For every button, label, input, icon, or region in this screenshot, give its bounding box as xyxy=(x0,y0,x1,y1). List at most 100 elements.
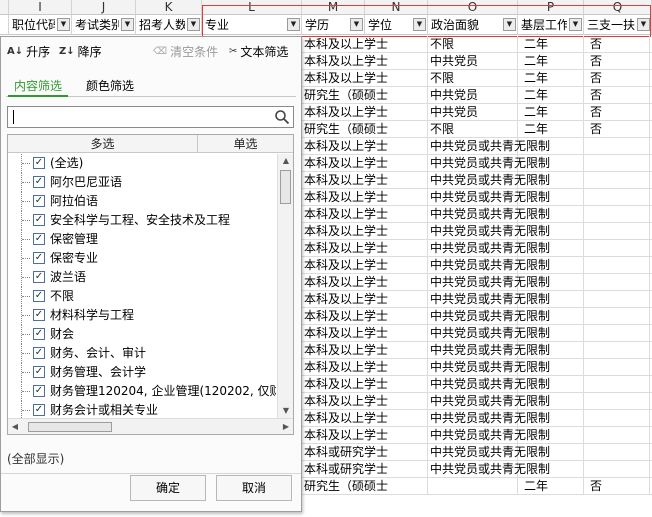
checkbox[interactable]: ✓ xyxy=(33,252,45,264)
header-cell[interactable]: 政治面貌 ▼ xyxy=(428,15,518,35)
filter-dropdown-icon[interactable]: ▼ xyxy=(287,18,300,31)
education-cell[interactable]: 本科及以上学士 xyxy=(302,189,428,206)
scroll-thumb[interactable] xyxy=(28,422,112,432)
search-icon[interactable] xyxy=(274,109,290,125)
grassroots-cell[interactable]: 二年 xyxy=(518,121,584,138)
political-status-cell[interactable]: 中共党员或共青无限制 xyxy=(428,410,550,427)
political-status-cell[interactable]: 不限 xyxy=(428,36,518,53)
education-cell[interactable]: 本科及以上学士 xyxy=(302,36,428,53)
program-cell[interactable] xyxy=(584,427,650,444)
scroll-right-icon[interactable]: ▶ xyxy=(279,419,293,434)
education-cell[interactable]: 本科及以上学士 xyxy=(302,393,428,410)
column-letter[interactable]: N xyxy=(365,0,428,15)
checkbox[interactable]: ✓ xyxy=(33,233,45,245)
program-cell[interactable] xyxy=(584,257,650,274)
education-cell[interactable]: 本科及以上学士 xyxy=(302,359,428,376)
program-cell[interactable] xyxy=(584,308,650,325)
column-letter[interactable]: P xyxy=(518,0,584,15)
program-cell[interactable]: 否 xyxy=(584,478,650,495)
political-status-cell[interactable]: 中共党员或共青无限制 xyxy=(428,189,550,206)
column-letter[interactable]: J xyxy=(72,0,136,15)
header-cell[interactable]: 专业 ▼ xyxy=(202,15,302,35)
program-cell[interactable]: 否 xyxy=(584,121,650,138)
filter-dropdown-icon[interactable]: ▼ xyxy=(637,18,650,31)
scroll-up-icon[interactable]: ▲ xyxy=(278,154,293,168)
horizontal-scrollbar[interactable]: ◀ ▶ xyxy=(8,418,293,434)
header-cell[interactable]: 职位代码▼ xyxy=(9,15,72,35)
checkbox[interactable]: ✓ xyxy=(33,366,45,378)
program-cell[interactable] xyxy=(584,325,650,342)
program-cell[interactable] xyxy=(584,206,650,223)
search-box[interactable] xyxy=(7,106,294,128)
political-status-cell[interactable]: 中共党员或共青无限制 xyxy=(428,325,550,342)
education-cell[interactable]: 本科或研究学士 xyxy=(302,461,428,478)
education-cell[interactable]: 研究生（硕硕士 xyxy=(302,478,428,495)
checkbox[interactable]: ✓ xyxy=(33,309,45,321)
grassroots-cell[interactable]: 二年 xyxy=(518,478,584,495)
sort-descending-button[interactable]: Z↓ 降序 xyxy=(59,42,102,62)
education-cell[interactable]: 本科及以上学士 xyxy=(302,410,428,427)
header-cell[interactable]: 学位 ▼ xyxy=(365,15,428,35)
header-cell[interactable]: 三支一扶 ▼ xyxy=(584,15,652,35)
education-cell[interactable]: 本科及以上学士 xyxy=(302,172,428,189)
political-status-cell[interactable]: 中共党员或共青无限制 xyxy=(428,172,550,189)
tab-content-filter[interactable]: 内容筛选 xyxy=(8,77,69,97)
program-cell[interactable] xyxy=(584,376,650,393)
grassroots-cell[interactable] xyxy=(518,325,584,342)
political-status-cell[interactable]: 中共党员 xyxy=(428,53,518,70)
filter-dropdown-icon[interactable]: ▼ xyxy=(187,18,200,31)
political-status-cell[interactable]: 中共党员或共青无限制 xyxy=(428,444,550,461)
checkbox[interactable]: ✓ xyxy=(33,347,45,359)
grassroots-cell[interactable] xyxy=(518,342,584,359)
political-status-cell[interactable]: 中共党员或共青无限制 xyxy=(428,376,550,393)
political-status-cell[interactable] xyxy=(428,478,518,495)
political-status-cell[interactable]: 中共党员或共青无限制 xyxy=(428,274,550,291)
checkbox[interactable]: ✓ xyxy=(33,214,45,226)
program-cell[interactable] xyxy=(584,240,650,257)
grassroots-cell[interactable] xyxy=(518,359,584,376)
political-status-cell[interactable]: 中共党员或共青无限制 xyxy=(428,342,550,359)
political-status-cell[interactable]: 不限 xyxy=(428,70,518,87)
political-status-cell[interactable]: 不限 xyxy=(428,121,518,138)
filter-dropdown-icon[interactable]: ▼ xyxy=(569,18,582,31)
filter-item[interactable]: ✓ 波兰语 xyxy=(8,268,276,287)
education-cell[interactable]: 本科及以上学士 xyxy=(302,223,428,240)
education-cell[interactable]: 本科或研究学士 xyxy=(302,444,428,461)
political-status-cell[interactable]: 中共党员 xyxy=(428,87,518,104)
political-status-cell[interactable]: 中共党员或共青无限制 xyxy=(428,393,550,410)
program-cell[interactable] xyxy=(584,223,650,240)
filter-item[interactable]: ✓ 安全科学与工程、安全技术及工程 xyxy=(8,211,276,230)
political-status-cell[interactable]: 中共党员或共青无限制 xyxy=(428,461,550,478)
tab-color-filter[interactable]: 颜色筛选 xyxy=(80,77,140,97)
program-cell[interactable] xyxy=(584,172,650,189)
column-letter[interactable]: Q xyxy=(584,0,652,15)
political-status-cell[interactable]: 中共党员或共青无限制 xyxy=(428,291,550,308)
program-cell[interactable] xyxy=(584,410,650,427)
program-cell[interactable] xyxy=(584,359,650,376)
political-status-cell[interactable]: 中共党员或共青无限制 xyxy=(428,308,550,325)
political-status-cell[interactable]: 中共党员 xyxy=(428,104,518,121)
header-cell[interactable]: 学历 ▼ xyxy=(302,15,365,35)
grassroots-cell[interactable]: 二年 xyxy=(518,87,584,104)
grassroots-cell[interactable] xyxy=(518,393,584,410)
grassroots-cell[interactable] xyxy=(518,291,584,308)
program-cell[interactable]: 否 xyxy=(584,36,650,53)
education-cell[interactable]: 本科及以上学士 xyxy=(302,376,428,393)
program-cell[interactable] xyxy=(584,291,650,308)
filter-item[interactable]: ✓ (全选) xyxy=(8,154,276,173)
grassroots-cell[interactable] xyxy=(518,172,584,189)
grassroots-cell[interactable] xyxy=(518,240,584,257)
grassroots-cell[interactable] xyxy=(518,376,584,393)
sort-ascending-button[interactable]: A↓ 升序 xyxy=(7,42,50,62)
grassroots-cell[interactable] xyxy=(518,206,584,223)
grassroots-cell[interactable]: 二年 xyxy=(518,53,584,70)
filter-item[interactable]: ✓ 保密专业 xyxy=(8,249,276,268)
grassroots-cell[interactable] xyxy=(518,410,584,427)
clear-filter-button[interactable]: ⌫ 清空条件 xyxy=(153,42,218,62)
checkbox[interactable]: ✓ xyxy=(33,290,45,302)
program-cell[interactable] xyxy=(584,155,650,172)
filter-item[interactable]: ✓ 财务、会计、审计 xyxy=(8,344,276,363)
text-filter-button[interactable]: ✂ 文本筛选 xyxy=(229,42,288,62)
column-letter[interactable]: M xyxy=(302,0,365,15)
column-letter[interactable]: L xyxy=(202,0,302,15)
